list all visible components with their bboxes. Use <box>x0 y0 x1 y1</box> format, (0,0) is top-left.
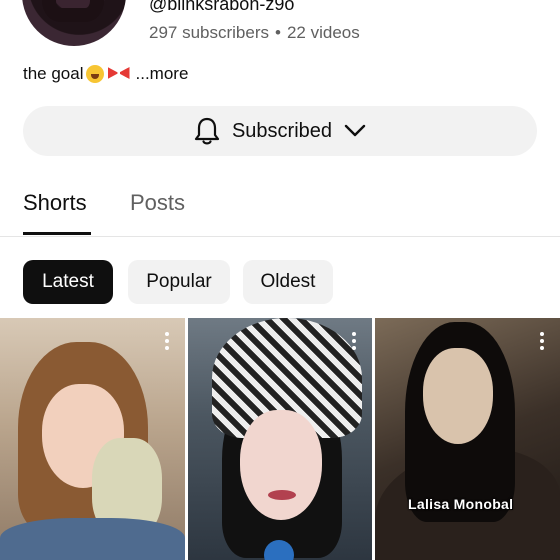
channel-stats: 297 subscribers • 22 videos <box>149 23 360 43</box>
more-link[interactable]: ...more <box>136 64 189 84</box>
more-options-icon[interactable] <box>540 332 544 350</box>
more-options-icon[interactable] <box>165 332 169 350</box>
more-options-icon[interactable] <box>352 332 356 350</box>
channel-description[interactable]: the goal ...more <box>23 64 188 84</box>
channel-avatar[interactable] <box>22 0 126 46</box>
subscribed-label: Subscribed <box>231 119 333 142</box>
short-thumbnail[interactable] <box>188 318 372 560</box>
thumbnail-lips <box>268 490 296 500</box>
subscribed-button[interactable]: Subscribed <box>23 106 537 156</box>
filter-popular-chip[interactable]: Popular <box>128 260 230 304</box>
avatar-hair <box>42 0 104 22</box>
thumbnail-figure-face <box>240 410 322 520</box>
channel-tabs: Shorts Posts <box>0 186 560 237</box>
thumbnail-caption: Lalisa Monobal <box>408 496 514 512</box>
filter-oldest-chip[interactable]: Oldest <box>243 260 333 304</box>
channel-handle: @blinksrabon-z9o <box>149 0 295 14</box>
description-text: the goal <box>23 64 84 83</box>
thumbnail-figure-face <box>423 348 493 444</box>
chevron-down-icon <box>344 124 366 137</box>
stats-separator: • <box>275 23 281 42</box>
short-thumbnail[interactable]: Lalisa Monobal <box>375 318 560 560</box>
filter-latest-chip[interactable]: Latest <box>23 260 113 304</box>
tab-shorts[interactable]: Shorts <box>23 190 87 216</box>
thumbnail-clothing <box>0 518 185 560</box>
short-thumbnail[interactable] <box>0 318 185 560</box>
subscriber-count: 297 subscribers <box>149 23 270 42</box>
weary-face-icon <box>85 65 104 83</box>
video-count: 22 videos <box>286 23 360 42</box>
active-tab-indicator <box>23 232 91 235</box>
bell-icon <box>194 117 220 145</box>
tab-posts[interactable]: Posts <box>130 190 185 216</box>
ribbon-icon <box>108 66 130 82</box>
